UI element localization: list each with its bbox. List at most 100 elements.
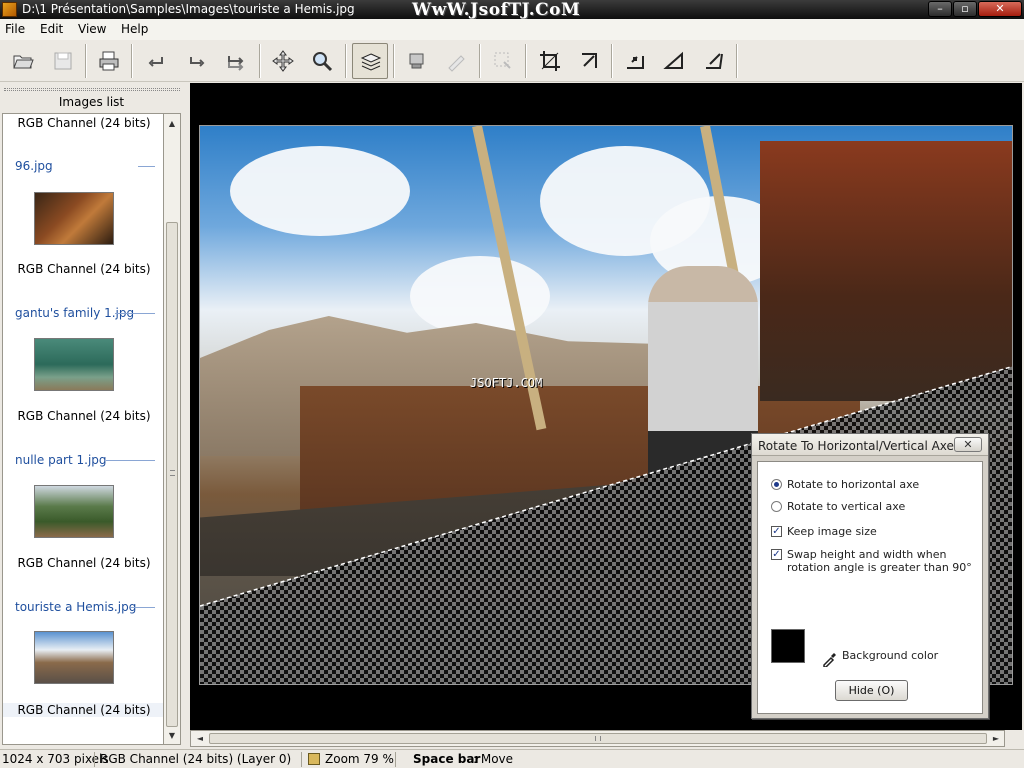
image-channel-label: RGB Channel (24 bits) — [17, 409, 151, 423]
copy-icon — [409, 53, 424, 69]
title-bar: D:\1 Présentation\Samples\Images\tourist… — [0, 0, 1024, 20]
image-channel-label: RGB Channel (24 bits) — [17, 556, 151, 570]
images-list[interactable]: RGB Channel (24 bits) 96.jpg RGB Channel… — [2, 113, 164, 745]
toolbar-separator — [345, 44, 347, 78]
redo-button[interactable] — [178, 43, 214, 79]
perspective-icon — [706, 53, 723, 69]
images-list-scrollbar[interactable]: ▲ ▼ — [164, 113, 181, 745]
scroll-left-button[interactable]: ◄ — [192, 731, 208, 746]
toolbar-separator — [479, 44, 481, 78]
hide-button[interactable]: Hide (O) — [835, 680, 908, 701]
copy-button[interactable] — [399, 43, 435, 79]
dialog-title: Rotate To Horizontal/Vertical Axe — [758, 439, 954, 453]
toolbar-separator — [736, 44, 738, 78]
menu-help[interactable]: Help — [121, 22, 148, 36]
images-panel-title: Images list — [58, 95, 125, 109]
rotate-icon — [627, 56, 644, 69]
option-horizontal-label: Rotate to horizontal axe — [787, 478, 920, 491]
scroll-right-button[interactable]: ► — [988, 731, 1004, 746]
option-keep-size-label: Keep image size — [787, 525, 877, 538]
crop-icon — [540, 51, 560, 71]
status-divider — [395, 752, 396, 767]
toolbar-separator — [131, 44, 133, 78]
background-color-swatch[interactable] — [770, 628, 806, 664]
rotate-button[interactable] — [617, 43, 653, 79]
skew-button[interactable] — [656, 43, 692, 79]
select-button[interactable] — [485, 43, 521, 79]
scrollbar-corner — [1005, 730, 1022, 747]
print-button[interactable] — [91, 43, 127, 79]
menu-edit[interactable]: Edit — [40, 22, 63, 36]
perspective-button[interactable] — [696, 43, 732, 79]
option-swap-label: Swap height and width when rotation angl… — [787, 548, 972, 574]
dialog-close-button[interactable]: ✕ — [954, 437, 982, 452]
paste-button[interactable] — [438, 43, 474, 79]
layers-icon — [360, 53, 382, 71]
menu-bar: File Edit View Help — [0, 19, 1024, 40]
image-thumbnail-nulle-part[interactable] — [34, 485, 114, 538]
radio-horizontal[interactable] — [771, 479, 782, 490]
background-color-label: Background color — [842, 649, 939, 662]
toolbar-separator — [525, 44, 527, 78]
image-name-96[interactable]: 96.jpg — [15, 159, 53, 173]
scroll-up-button[interactable]: ▲ — [164, 116, 180, 132]
redo-all-button[interactable] — [218, 43, 254, 79]
toolbar-separator — [611, 44, 613, 78]
status-bar: 1024 x 703 pixels RGB Channel (24 bits) … — [0, 749, 1024, 768]
minimize-button[interactable]: – — [928, 1, 952, 17]
status-divider — [301, 752, 302, 767]
crop-button[interactable] — [532, 43, 568, 79]
status-dimensions: 1024 x 703 pixels — [2, 752, 109, 766]
divider — [131, 607, 155, 608]
save-button[interactable] — [45, 43, 81, 79]
status-hint-action: : Move — [473, 752, 514, 766]
toolbar — [0, 40, 1024, 82]
skew-icon — [663, 51, 683, 69]
divider — [115, 313, 155, 314]
menu-file[interactable]: File — [5, 22, 25, 36]
option-vertical-label: Rotate to vertical axe — [787, 500, 906, 513]
dialog-title-bar[interactable]: Rotate To Horizontal/Vertical Axe ✕ — [752, 434, 988, 456]
app-icon[interactable] — [2, 2, 17, 17]
image-name-nulle-part[interactable]: nulle part 1.jpg — [15, 453, 107, 467]
zoom-icon — [308, 753, 320, 765]
radio-vertical[interactable] — [771, 501, 782, 512]
layers-button[interactable] — [352, 43, 388, 79]
undo-button[interactable] — [139, 43, 175, 79]
print-icon — [99, 51, 119, 71]
hscroll-thumb[interactable] — [209, 733, 987, 744]
image-name-touriste-a-hemis[interactable]: touriste a Hemis.jpg — [15, 600, 136, 614]
status-zoom: Zoom 79 % — [325, 752, 394, 766]
status-hint-key: Space bar — [413, 752, 481, 766]
open-button[interactable] — [5, 43, 41, 79]
image-channel-label-selected: RGB Channel (24 bits) — [3, 703, 163, 717]
move-icon — [272, 50, 294, 72]
status-channel: RGB Channel (24 bits) (Layer 0) — [100, 752, 292, 766]
image-thumbnail-touriste-a-hemis[interactable] — [34, 631, 114, 684]
panel-grip[interactable] — [4, 88, 180, 91]
viewer-hscrollbar[interactable]: ◄ ► — [190, 730, 1005, 747]
image-thumbnail-gantus-family[interactable] — [34, 338, 114, 391]
move-button[interactable] — [265, 43, 301, 79]
resize-icon — [582, 53, 597, 68]
paste-icon — [448, 55, 465, 72]
image-channel-label: RGB Channel (24 bits) — [17, 116, 151, 130]
eyedropper-icon[interactable] — [822, 651, 838, 667]
checkbox-keep-size[interactable]: ✓ — [771, 526, 782, 537]
checkbox-swap[interactable]: ✓ — [771, 549, 782, 560]
close-button[interactable]: ✕ — [978, 1, 1022, 17]
image-thumbnail-96[interactable] — [34, 192, 114, 245]
window-title: D:\1 Présentation\Samples\Images\tourist… — [22, 2, 355, 16]
menu-view[interactable]: View — [78, 22, 106, 36]
image-channel-label: RGB Channel (24 bits) — [17, 262, 151, 276]
divider — [138, 166, 155, 167]
resize-button[interactable] — [571, 43, 607, 79]
zoom-button[interactable] — [304, 43, 340, 79]
maximize-button[interactable]: ▫ — [953, 1, 977, 17]
toolbar-separator — [259, 44, 261, 78]
scroll-down-button[interactable]: ▼ — [164, 728, 180, 744]
divider — [106, 460, 155, 461]
save-icon — [54, 52, 72, 70]
toolbar-separator — [393, 44, 395, 78]
scroll-thumb[interactable] — [166, 222, 178, 727]
